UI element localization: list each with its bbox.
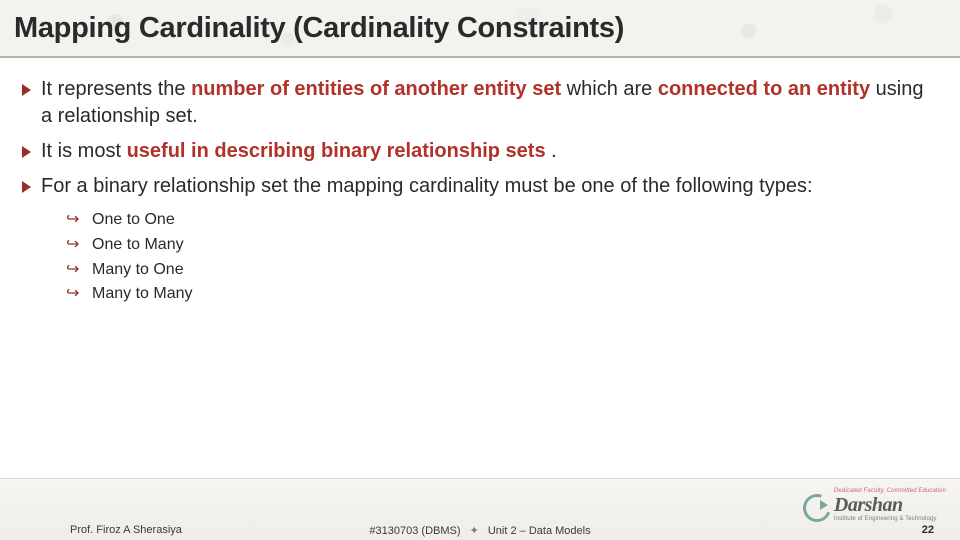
sub-bullet-text: One to One <box>92 208 175 233</box>
sub-bullet-list: ↪ One to One ↪ One to Many ↪ Many to One… <box>66 208 938 307</box>
logo-subtitle: Institute of Engineering & Technology <box>834 516 946 522</box>
sub-bullet-text: One to Many <box>92 233 184 258</box>
sub-bullet-text: Many to Many <box>92 282 192 307</box>
triangle-bullet-icon <box>22 146 31 158</box>
footer-bar: Prof. Firoz A Sherasiya #3130703 (DBMS) … <box>0 524 960 536</box>
footer-course: #3130703 (DBMS) <box>369 525 460 537</box>
bullet-text: It represents the number of entities of … <box>41 76 938 130</box>
diamond-separator-icon: ✦ <box>470 525 479 537</box>
logo-mark-icon <box>800 490 830 520</box>
bullet-text: It is most useful in describing binary r… <box>41 138 938 165</box>
bullet-text: For a binary relationship set the mappin… <box>41 173 938 200</box>
sub-bullet-item: ↪ Many to Many <box>66 282 938 307</box>
page-number: 22 <box>922 524 934 536</box>
sub-bullet-text: Many to One <box>92 258 184 283</box>
highlight-span: useful in describing binary relationship… <box>127 140 546 162</box>
slide-content: It represents the number of entities of … <box>0 58 960 307</box>
slide-title: Mapping Cardinality (Cardinality Constra… <box>14 12 624 45</box>
logo-text-block: Dedicated Faculty, Committed Education D… <box>834 488 946 522</box>
highlight-span: connected to an entity <box>658 78 870 100</box>
arrow-bullet-icon: ↪ <box>66 233 82 258</box>
triangle-bullet-icon <box>22 84 31 96</box>
footer-unit: Unit 2 – Data Models <box>488 525 591 537</box>
slide-header: Mapping Cardinality (Cardinality Constra… <box>0 0 960 58</box>
arrow-bullet-icon: ↪ <box>66 258 82 283</box>
sub-bullet-item: ↪ One to Many <box>66 233 938 258</box>
logo-name: Darshan <box>834 495 946 515</box>
text-span: It is most <box>41 140 127 162</box>
text-span: It represents the <box>41 78 191 100</box>
text-span: . <box>546 140 557 162</box>
arrow-bullet-icon: ↪ <box>66 208 82 233</box>
slide-footer: Dedicated Faculty, Committed Education D… <box>0 478 960 540</box>
text-span: For a binary relationship set the mappin… <box>41 175 813 197</box>
bullet-item: It represents the number of entities of … <box>22 76 938 130</box>
triangle-bullet-icon <box>22 181 31 193</box>
footer-center: #3130703 (DBMS) ✦ Unit 2 – Data Models <box>369 524 590 537</box>
sub-bullet-item: ↪ Many to One <box>66 258 938 283</box>
footer-author: Prof. Firoz A Sherasiya <box>70 524 182 536</box>
arrow-bullet-icon: ↪ <box>66 282 82 307</box>
text-span: which are <box>561 78 658 100</box>
institution-logo: Dedicated Faculty, Committed Education D… <box>800 488 946 522</box>
highlight-span: number of entities of another entity set <box>191 78 561 100</box>
bullet-item: For a binary relationship set the mappin… <box>22 173 938 200</box>
sub-bullet-item: ↪ One to One <box>66 208 938 233</box>
bullet-item: It is most useful in describing binary r… <box>22 138 938 165</box>
